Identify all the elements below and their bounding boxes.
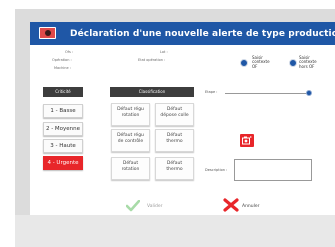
classification-button[interactable]: Défaut thermo bbox=[155, 157, 194, 180]
camera-icon bbox=[242, 136, 252, 145]
priority-button-haute[interactable]: 3 - Haute bbox=[43, 139, 83, 153]
priority-button-urgente[interactable]: 4 - Urgente bbox=[43, 156, 83, 170]
classification-label: Défaut régu rotation bbox=[117, 107, 144, 118]
radio-label-hors-of: Saisir contexte hors OF bbox=[299, 55, 317, 69]
classification-button[interactable]: Défaut dépose colle bbox=[155, 103, 194, 126]
validate-label: Valider bbox=[147, 204, 163, 209]
lot-label: Lot : bbox=[160, 50, 168, 54]
classification-button[interactable]: Défaut régu de contrôle bbox=[111, 129, 150, 152]
description-textarea[interactable] bbox=[234, 159, 312, 181]
cancel-label: Annuler bbox=[242, 204, 260, 209]
priority-button-basse[interactable]: 1 - Basse bbox=[43, 104, 83, 118]
etat-operation-label: Etat opération : bbox=[138, 58, 166, 62]
classification-label: Défaut régu de contrôle bbox=[117, 133, 144, 144]
attach-photo-button[interactable] bbox=[240, 134, 254, 147]
etape-label: Etape : bbox=[205, 90, 218, 94]
etape-slider-handle[interactable] bbox=[306, 90, 312, 96]
app-logo-icon bbox=[39, 27, 56, 39]
priority-label: 3 - Haute bbox=[50, 143, 76, 149]
radio-saisir-contexte-hors-of[interactable] bbox=[289, 59, 297, 67]
classification-button[interactable]: Défaut régu rotation bbox=[111, 103, 150, 126]
classification-label: Défaut dépose colle bbox=[160, 107, 189, 118]
priority-button-moyenne[interactable]: 2 - Moyenne bbox=[43, 122, 83, 136]
classification-header: Classification bbox=[110, 87, 194, 97]
etape-slider-track[interactable] bbox=[225, 93, 311, 94]
classification-label: Défaut thermo bbox=[166, 161, 183, 172]
radio-saisir-contexte-of[interactable] bbox=[240, 59, 248, 67]
close-icon bbox=[223, 198, 239, 212]
classification-button[interactable]: Défaut thermo bbox=[155, 129, 194, 152]
radio-label-of: Saisir contexte OF bbox=[252, 55, 270, 69]
ofs-label: Ofs : bbox=[65, 50, 74, 54]
classification-label: Défaut rotation bbox=[121, 161, 140, 172]
dialog-title: Déclaration d'une nouvelle alerte de typ… bbox=[70, 29, 335, 39]
description-label: Description : bbox=[205, 168, 228, 172]
checkmark-icon bbox=[126, 200, 140, 212]
priority-label: 4 - Urgente bbox=[47, 160, 79, 166]
priority-label: 1 - Basse bbox=[50, 108, 76, 114]
classification-label: Défaut thermo bbox=[166, 133, 183, 144]
bottom-area bbox=[15, 215, 335, 247]
criticity-header: Criticité bbox=[43, 87, 83, 97]
operation-label: Opération : bbox=[52, 58, 72, 62]
machine-label: Machine : bbox=[54, 66, 71, 70]
priority-label: 2 - Moyenne bbox=[45, 126, 81, 132]
classification-button[interactable]: Défaut rotation bbox=[111, 157, 150, 180]
